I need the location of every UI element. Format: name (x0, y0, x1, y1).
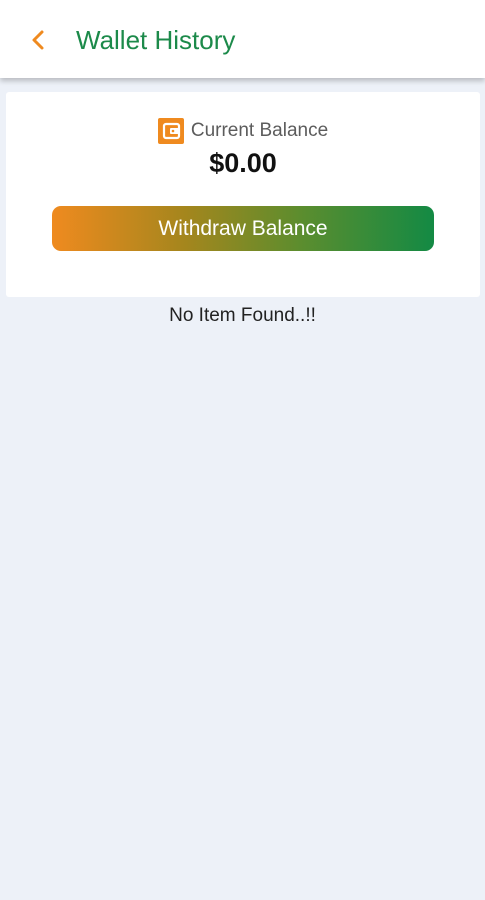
balance-label-row: Current Balance (6, 118, 480, 144)
wallet-icon (157, 118, 184, 144)
empty-state-message: No Item Found..!! (169, 305, 316, 326)
chevron-left-icon (32, 30, 44, 50)
page-title: Wallet History (76, 25, 236, 55)
balance-card: Current Balance $0.00 Withdraw Balance (6, 92, 480, 297)
withdraw-balance-button[interactable]: Withdraw Balance (52, 206, 434, 251)
back-button[interactable] (22, 24, 54, 56)
app-bar: Wallet History (0, 0, 485, 78)
balance-label: Current Balance (190, 120, 329, 141)
balance-amount: $0.00 (209, 148, 277, 178)
